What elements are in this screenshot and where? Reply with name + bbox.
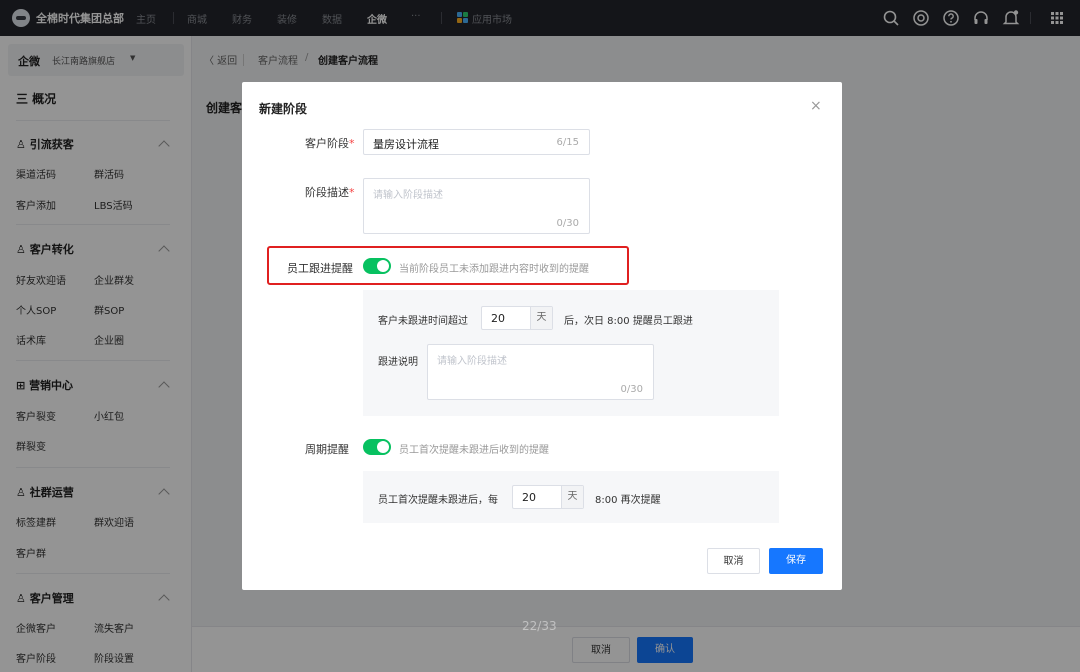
cycle-prefix: 员工首次提醒未跟进后，每 <box>378 495 498 506</box>
cancel-button[interactable]: 取消 <box>707 548 760 574</box>
save-button[interactable]: 保存 <box>769 548 823 574</box>
stage-description-textarea[interactable]: 请输入阶段描述 0/30 <box>363 178 590 234</box>
close-icon[interactable]: × <box>810 98 822 114</box>
cycle-days-input[interactable]: 20 天 <box>512 485 584 509</box>
followup-toggle[interactable] <box>363 258 391 274</box>
page-number: 22/33 <box>522 619 557 633</box>
no-followup-days-input[interactable]: 20 天 <box>481 306 553 330</box>
no-followup-prefix: 客户未跟进时间超过 <box>378 316 468 327</box>
char-count: 6/15 <box>556 137 579 148</box>
day-unit: 天 <box>530 307 552 329</box>
followup-settings-panel: 客户未跟进时间超过 20 天 后，次日 8:00 提醒员工跟进 跟进说明 请输入… <box>363 290 779 416</box>
stage-name-value: 量房设计流程 <box>373 138 439 151</box>
followup-label: 员工跟进提醒 <box>287 262 353 275</box>
no-followup-suffix: 后，次日 8:00 提醒员工跟进 <box>564 316 693 327</box>
cycle-suffix: 8:00 再次提醒 <box>595 495 661 506</box>
placeholder: 请输入阶段描述 <box>373 190 443 201</box>
desc-label: 阶段描述* <box>305 186 355 199</box>
char-count: 0/30 <box>620 384 643 395</box>
char-count: 0/30 <box>556 218 579 229</box>
cycle-toggle[interactable] <box>363 439 391 455</box>
followup-hint: 当前阶段员工未添加跟进内容时收到的提醒 <box>399 264 589 275</box>
new-stage-dialog: 新建阶段 × 客户阶段* 量房设计流程 6/15 阶段描述* 请输入阶段描述 0… <box>242 82 842 590</box>
dialog-title: 新建阶段 <box>259 102 308 116</box>
stage-name-input[interactable]: 量房设计流程 6/15 <box>363 129 590 155</box>
days-value: 20 <box>491 312 505 325</box>
cycle-settings-panel: 员工首次提醒未跟进后，每 20 天 8:00 再次提醒 <box>363 471 779 523</box>
day-unit: 天 <box>561 486 583 508</box>
followup-note-textarea[interactable]: 请输入阶段描述 0/30 <box>427 344 654 400</box>
placeholder: 请输入阶段描述 <box>437 356 507 367</box>
days-value: 20 <box>522 491 536 504</box>
cycle-hint: 员工首次提醒未跟进后收到的提醒 <box>399 445 549 456</box>
note-label: 跟进说明 <box>378 357 418 368</box>
stage-label: 客户阶段* <box>305 137 355 150</box>
cycle-label: 周期提醒 <box>305 443 349 456</box>
